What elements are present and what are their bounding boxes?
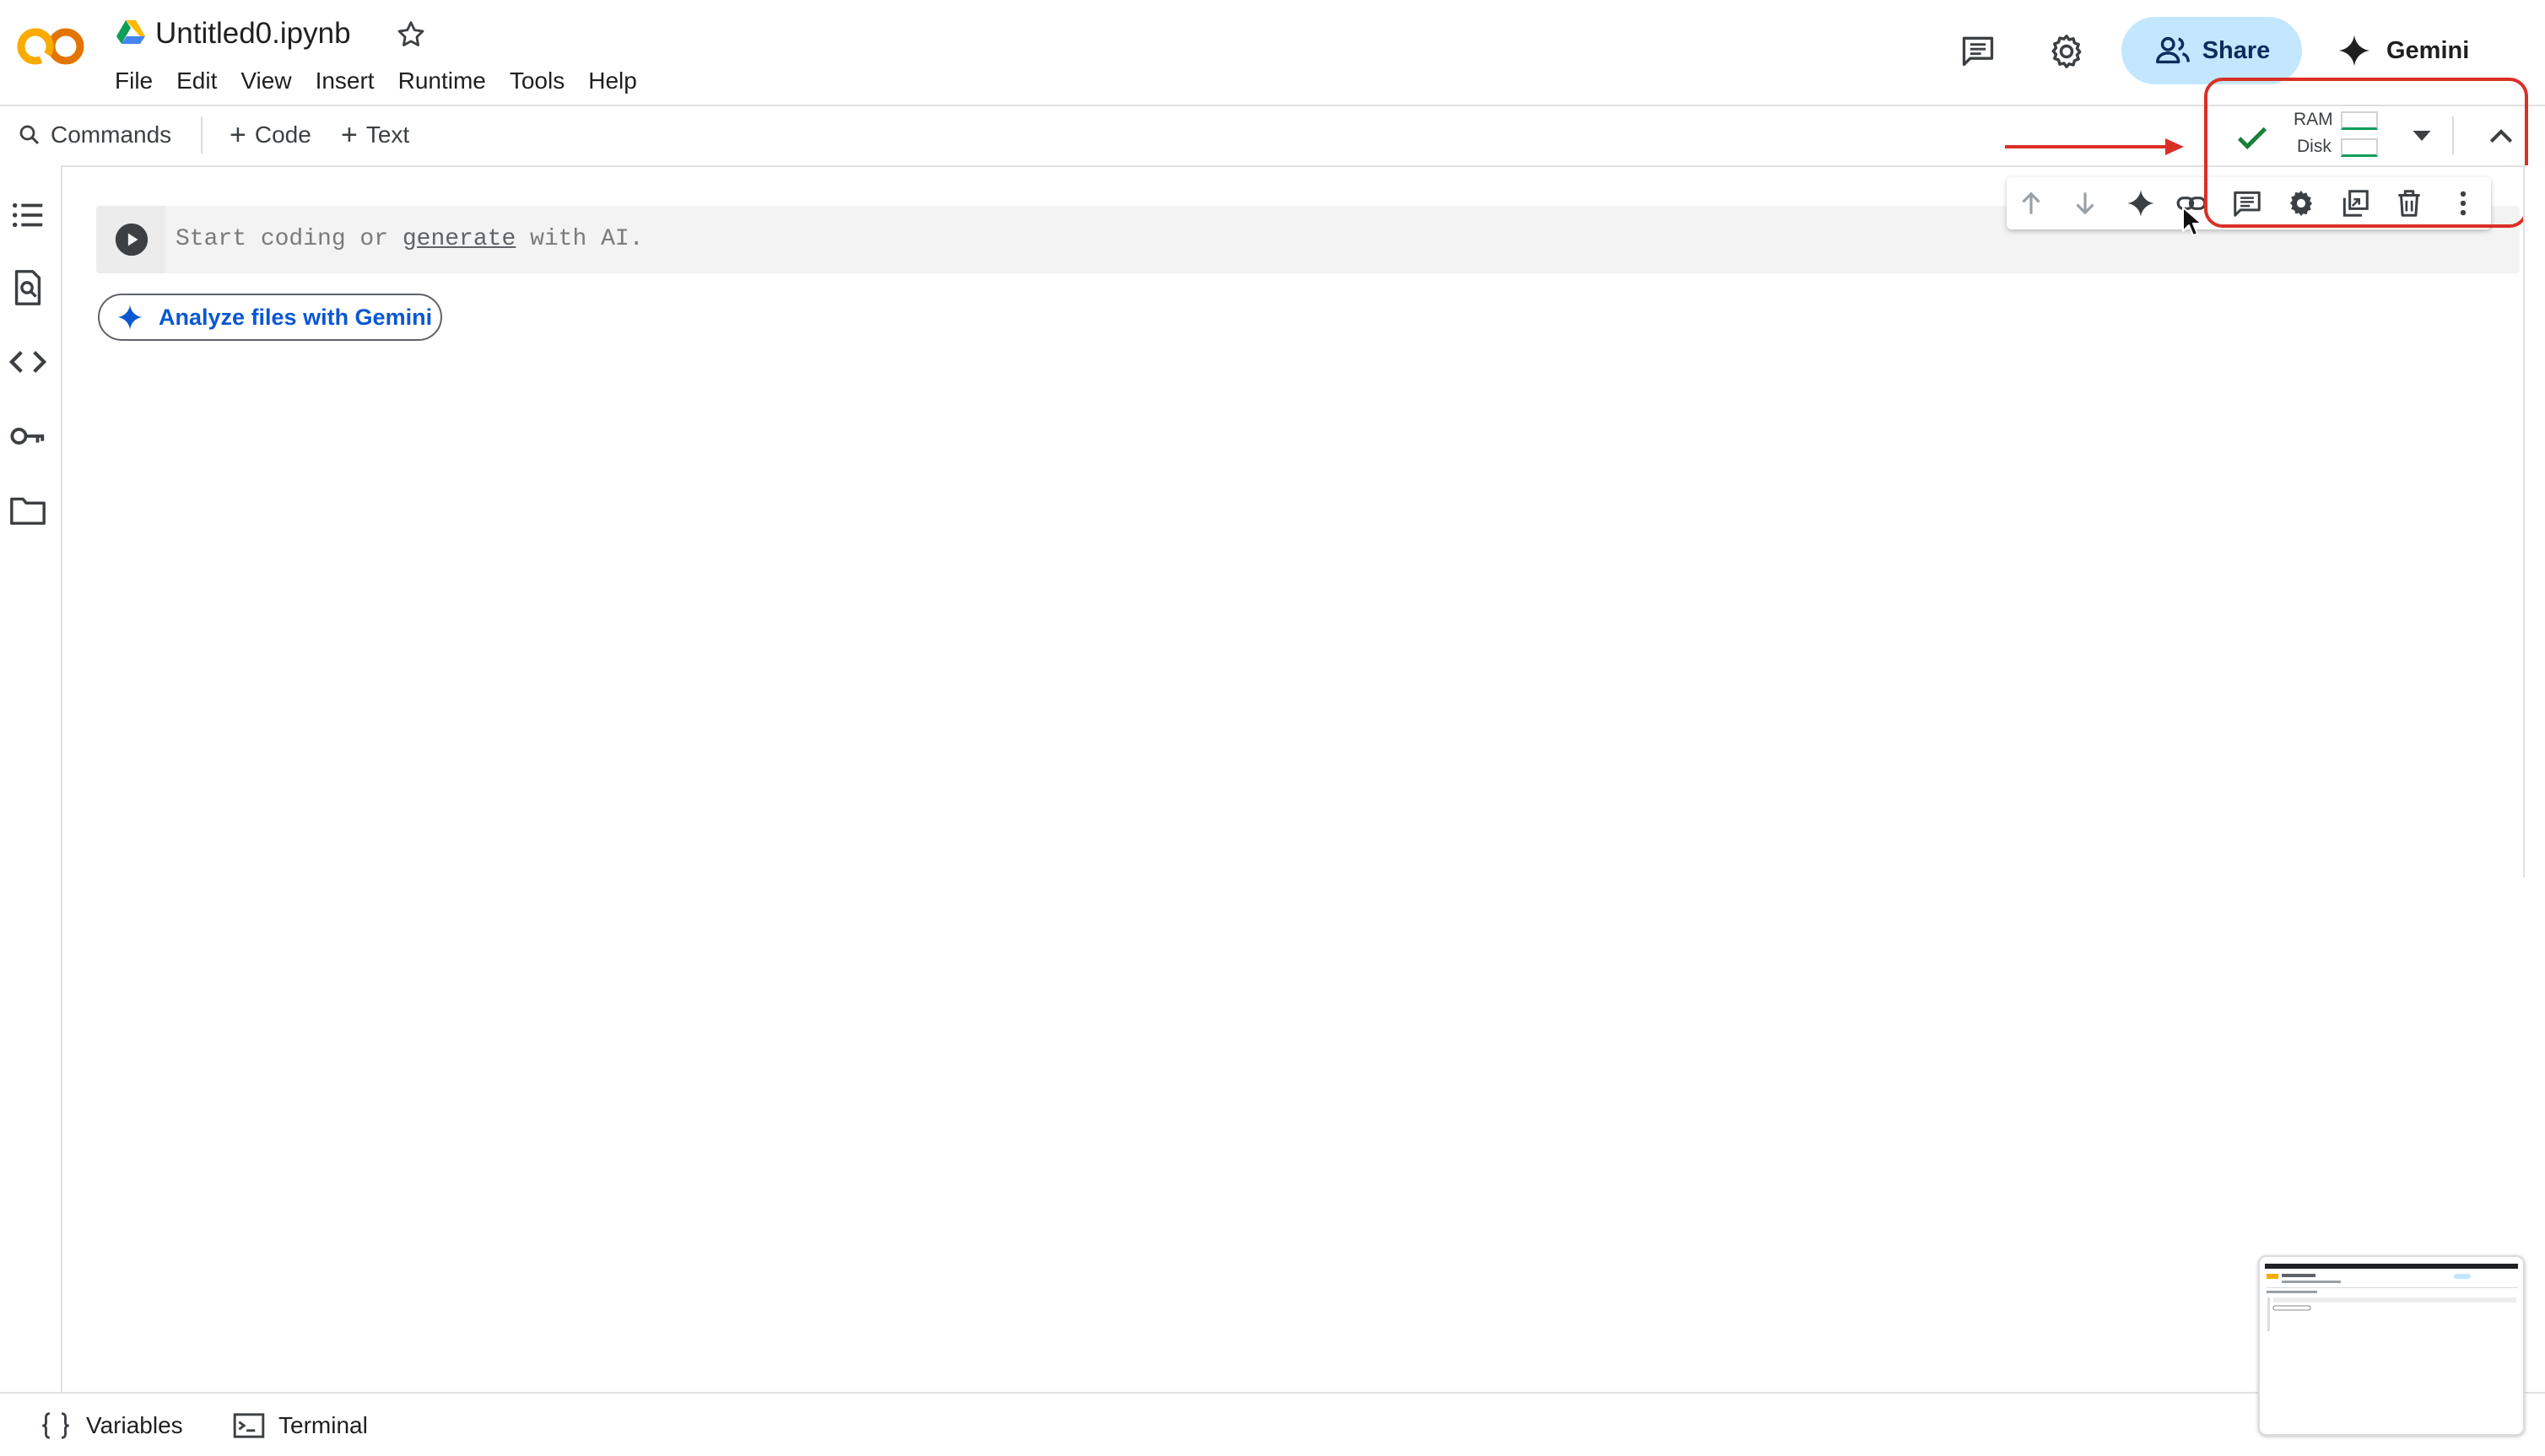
- terminal-button[interactable]: Terminal: [233, 1409, 368, 1443]
- comment-icon[interactable]: [1959, 32, 1997, 69]
- placeholder-text-end: with AI.: [516, 226, 644, 252]
- vertical-scrollbar[interactable]: [2523, 165, 2545, 877]
- add-code-label: Code: [254, 121, 311, 148]
- move-down-icon[interactable]: [2069, 187, 2101, 219]
- run-cell-icon[interactable]: [115, 223, 149, 256]
- commands-label: Commands: [51, 121, 172, 148]
- annotation-arrow: [2005, 137, 2186, 157]
- placeholder-text: Start coding or: [176, 226, 403, 252]
- annotation-highlight-box: [2204, 78, 2528, 228]
- search-icon: [17, 122, 42, 148]
- add-code-button[interactable]: + Code: [230, 118, 311, 152]
- menu-tools[interactable]: Tools: [498, 64, 576, 98]
- cell-placeholder[interactable]: Start coding or generate with AI.: [176, 223, 644, 256]
- braces-icon: [39, 1410, 73, 1441]
- gemini-button[interactable]: Gemini: [2337, 22, 2481, 79]
- commands-button[interactable]: Commands: [17, 118, 171, 152]
- secrets-key-icon[interactable]: [8, 417, 47, 456]
- header-divider: [0, 105, 2545, 106]
- plus-icon: +: [341, 119, 358, 151]
- bottom-divider: [0, 1392, 2545, 1394]
- find-replace-icon[interactable]: [8, 268, 47, 307]
- people-icon: [2153, 31, 2192, 70]
- code-snippets-icon[interactable]: [8, 342, 47, 381]
- gemini-label: Gemini: [2386, 36, 2470, 64]
- terminal-label: Terminal: [278, 1412, 368, 1438]
- add-text-label: Text: [365, 121, 410, 148]
- plus-icon: +: [230, 119, 246, 151]
- toolbar-separator: [201, 116, 203, 154]
- variables-button[interactable]: Variables: [39, 1409, 183, 1443]
- google-drive-icon: [116, 19, 145, 46]
- mouse-cursor-icon: [2180, 206, 2202, 238]
- analyze-files-button[interactable]: Analyze files with Gemini: [98, 294, 442, 341]
- settings-gear-icon[interactable]: [2047, 32, 2086, 71]
- table-of-contents-icon[interactable]: [8, 196, 47, 235]
- menu-insert[interactable]: Insert: [304, 64, 386, 98]
- gemini-sparkle-icon[interactable]: [2125, 187, 2157, 219]
- menu-edit[interactable]: Edit: [165, 64, 229, 98]
- share-label: Share: [2202, 36, 2271, 64]
- variables-label: Variables: [86, 1412, 183, 1438]
- menu-view[interactable]: View: [229, 64, 303, 98]
- menu-help[interactable]: Help: [576, 64, 649, 98]
- add-text-button[interactable]: + Text: [341, 118, 409, 152]
- notebook-title[interactable]: Untitled0.ipynb: [155, 15, 351, 52]
- menu-file[interactable]: File: [115, 64, 165, 98]
- star-icon[interactable]: [395, 19, 427, 51]
- menu-runtime[interactable]: Runtime: [386, 64, 498, 98]
- analyze-files-label: Analyze files with Gemini: [159, 304, 433, 330]
- files-folder-icon[interactable]: [8, 491, 47, 530]
- menu-bar: File Edit View Insert Runtime Tools Help: [115, 64, 649, 98]
- screenshot-thumbnail[interactable]: [2258, 1255, 2525, 1436]
- move-up-icon[interactable]: [2015, 187, 2047, 219]
- terminal-icon: [233, 1411, 265, 1440]
- colab-logo[interactable]: [17, 22, 86, 71]
- toolbar-divider: [62, 165, 2545, 167]
- gemini-sparkle-icon: [2337, 34, 2371, 67]
- share-button[interactable]: Share: [2121, 17, 2302, 84]
- gemini-sparkle-icon: [116, 304, 143, 331]
- generate-link[interactable]: generate: [403, 226, 516, 252]
- sidebar-border: [61, 165, 62, 1392]
